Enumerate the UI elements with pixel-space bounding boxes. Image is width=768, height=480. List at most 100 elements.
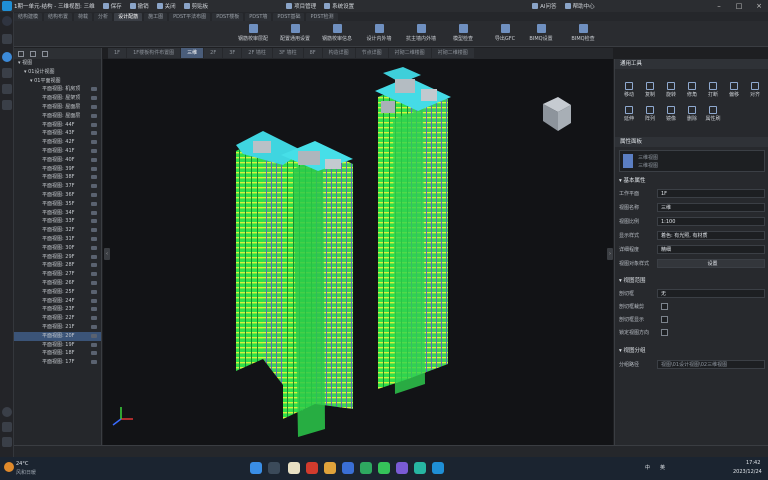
tree-item[interactable]: 平面视图: 30F — [14, 244, 101, 253]
tree-item[interactable]: 平面视图: 25F — [14, 288, 101, 297]
menu-tab[interactable]: 结构建模 — [14, 13, 43, 21]
tree-item[interactable]: 平面视图: 18F — [14, 349, 101, 358]
tree-item[interactable]: 平面视图: 屋架顶 — [14, 94, 101, 103]
visibility-icon[interactable] — [91, 201, 97, 206]
menu-tab[interactable]: 施工图 — [144, 13, 168, 21]
language-indicator[interactable]: 中 — [645, 464, 650, 471]
visibility-icon[interactable] — [91, 104, 97, 109]
tree-group[interactable]: ▾ 01设计视图 — [14, 68, 101, 77]
visibility-icon[interactable] — [91, 113, 97, 118]
view-tab[interactable]: 3F 墙柱 — [272, 48, 303, 58]
visibility-icon[interactable] — [91, 289, 97, 294]
view-type-selector[interactable]: 三维视图 三维视图 — [619, 150, 765, 172]
visibility-icon[interactable] — [91, 96, 97, 101]
tree-item[interactable]: 平面视图: 33F — [14, 217, 101, 226]
tree-item[interactable]: 平面视图: 34F — [14, 209, 101, 218]
clock-time[interactable]: 17:42 — [746, 460, 760, 466]
visibility-icon[interactable] — [91, 316, 97, 321]
tree-item[interactable]: 平面视图: 17F — [14, 358, 101, 367]
visibility-icon[interactable] — [91, 280, 97, 285]
document-icon[interactable] — [2, 68, 12, 78]
view-tab[interactable]: 3F — [223, 48, 242, 58]
tool-button[interactable]: 复制 — [640, 81, 660, 99]
visibility-icon[interactable] — [91, 175, 97, 180]
view-tab[interactable]: 衬砌二维楼图 — [388, 48, 431, 58]
visibility-icon[interactable] — [91, 184, 97, 189]
visibility-icon[interactable] — [91, 210, 97, 215]
tree-item[interactable]: 平面视图: 36F — [14, 191, 101, 200]
tree-item[interactable]: 平面视图: 机房顶 — [14, 85, 101, 94]
tool-button[interactable]: 阵列 — [640, 105, 660, 123]
visibility-icon[interactable] — [91, 122, 97, 127]
basic-section[interactable]: ▾ 基本属性 — [619, 177, 765, 186]
view-cube[interactable] — [543, 97, 571, 131]
ribbon-button[interactable]: 抗主墙内外墙 — [402, 23, 440, 45]
visibility-icon[interactable] — [91, 87, 97, 92]
app2-icon[interactable] — [396, 462, 408, 474]
model-icon[interactable] — [2, 52, 12, 62]
maximize-icon[interactable]: □ — [732, 0, 746, 12]
ribbon-button[interactable]: 导出GFC — [486, 23, 524, 45]
start-icon[interactable] — [250, 462, 262, 474]
tool-button[interactable]: 移动 — [619, 81, 639, 99]
visibility-icon[interactable] — [91, 351, 97, 356]
visibility-icon[interactable] — [91, 333, 97, 338]
group-path-field[interactable]: 视图\01设计视图\02三维视图 — [657, 360, 765, 369]
visibility-icon[interactable] — [91, 272, 97, 277]
undo-button[interactable]: 撤销 — [129, 2, 149, 10]
tool-button[interactable]: 镜像 — [661, 105, 681, 123]
view-tab[interactable]: 1F楼板构件布置图 — [127, 48, 181, 58]
visibility-icon[interactable] — [91, 342, 97, 347]
tree-item[interactable]: 平面视图: 37F — [14, 182, 101, 191]
ribbon-button[interactable]: BIMQ检查 — [564, 23, 602, 45]
search-icon[interactable] — [30, 50, 36, 57]
tree-item[interactable]: 平面视图: 20F — [14, 331, 101, 341]
tree-item[interactable]: 平面视图: 26F — [14, 279, 101, 288]
tree-item[interactable]: 平面视图: 31F — [14, 235, 101, 244]
pkpm-icon[interactable] — [432, 462, 444, 474]
view-tab[interactable]: 8F — [303, 48, 322, 58]
property-value[interactable]: 着色: 有光照, 有材质 — [657, 231, 765, 240]
tree-item[interactable]: 平面视图: 39F — [14, 165, 101, 174]
group-section[interactable]: ▾ 视图分组 — [619, 347, 765, 356]
view-tab[interactable]: 衬砌二维楼图 — [431, 48, 474, 58]
menu-tab[interactable]: 设计配筋 — [114, 13, 143, 21]
tree-item[interactable]: 平面视图: 屋面层 — [14, 112, 101, 121]
tree-item[interactable]: 平面视图: 42F — [14, 138, 101, 147]
section-box-select[interactable]: 无 — [657, 289, 765, 298]
property-value[interactable]: 精细 — [657, 245, 765, 254]
tree-subgroup[interactable]: ▾ 01平面视图 — [14, 77, 101, 86]
project-manage-button[interactable]: 项目管理 — [286, 2, 316, 10]
clock-date[interactable]: 2023/12/24 — [733, 469, 762, 475]
visibility-icon[interactable] — [91, 245, 97, 250]
collapse-left-icon[interactable]: ‹ — [104, 248, 110, 260]
visibility-icon[interactable] — [91, 131, 97, 136]
menu-tab[interactable]: PDST基础 — [273, 13, 305, 21]
visibility-icon[interactable] — [91, 192, 97, 197]
close-button[interactable]: 关闭 — [156, 2, 176, 10]
collapse-right-icon[interactable]: › — [607, 248, 613, 260]
visibility-icon[interactable] — [91, 157, 97, 162]
checkbox[interactable] — [661, 329, 668, 336]
clipboard-button[interactable]: 剪贴板 — [183, 2, 208, 10]
visibility-icon[interactable] — [91, 324, 97, 329]
chrome-icon[interactable] — [288, 462, 300, 474]
tree-item[interactable]: 平面视图: 41F — [14, 147, 101, 156]
visibility-icon[interactable] — [91, 166, 97, 171]
menu-tab[interactable]: 荷载 — [74, 13, 93, 21]
add-icon[interactable] — [2, 16, 12, 26]
menu-tab[interactable]: PDST墙 — [245, 13, 272, 21]
window-close-icon[interactable]: × — [752, 0, 766, 12]
wps-icon[interactable] — [306, 462, 318, 474]
view-tab[interactable]: 1F — [108, 48, 127, 58]
ribbon-button[interactable]: 钢筋校审层配 — [234, 23, 272, 45]
expand-icon[interactable] — [18, 50, 24, 57]
tree-item[interactable]: 平面视图: 27F — [14, 270, 101, 279]
visibility-icon[interactable] — [91, 360, 97, 365]
user-icon[interactable] — [2, 437, 12, 447]
view-tab[interactable]: 三维 — [181, 48, 204, 58]
save-button[interactable]: 保存 — [102, 2, 122, 10]
notification-icon[interactable] — [2, 422, 12, 432]
tree-item[interactable]: 平面视图: 22F — [14, 314, 101, 323]
tree-item[interactable]: 平面视图: 35F — [14, 200, 101, 209]
